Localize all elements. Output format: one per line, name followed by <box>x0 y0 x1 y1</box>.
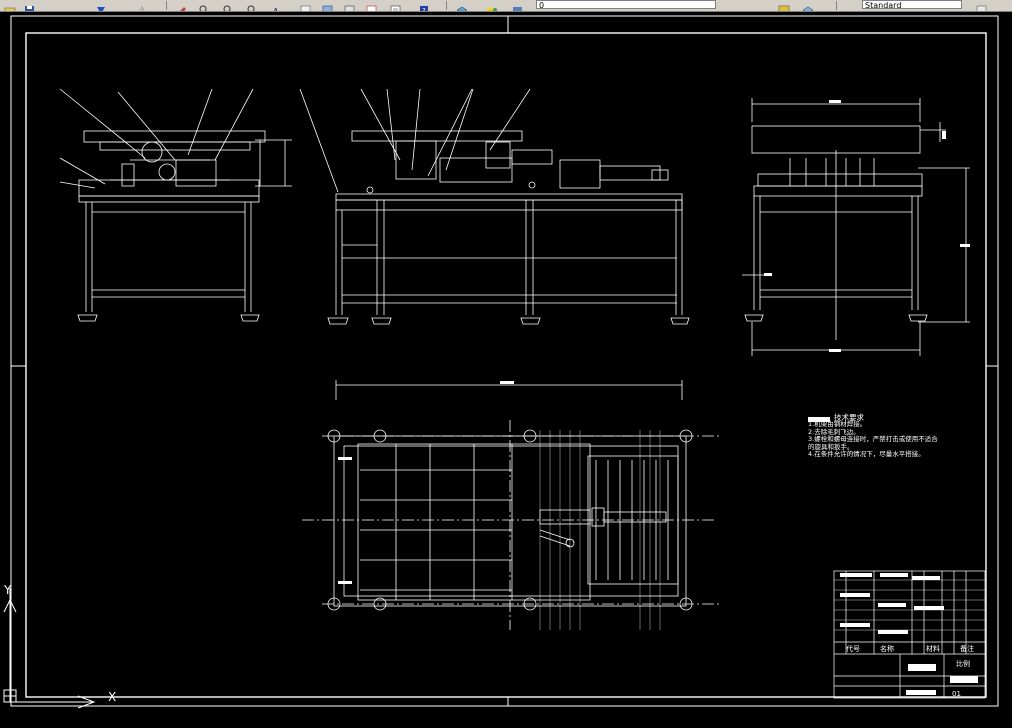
end-view-right <box>742 98 970 356</box>
calculator-icon[interactable] <box>366 0 378 11</box>
layers-icon[interactable] <box>456 0 468 11</box>
title-block-header-4: 备注 <box>960 645 974 653</box>
toolbar-separator <box>166 1 167 10</box>
layer-combo[interactable]: 0 <box>536 0 716 9</box>
save-icon[interactable] <box>24 0 36 11</box>
text-icon[interactable]: A <box>272 0 284 11</box>
arrow-down-icon[interactable] <box>95 0 107 11</box>
model-space-canvas[interactable]: 技术要求 1.机架由钢材焊接。 2.去除毛刺飞边。 3.螺栓和螺母连接时，严禁打… <box>0 12 1012 724</box>
ucs-y-label: Y <box>4 583 12 597</box>
sheet-border-outer <box>10 15 999 707</box>
dimstyle-icon[interactable] <box>976 0 988 11</box>
paint-icon[interactable] <box>176 0 188 11</box>
textstyle-combo-value: Standard <box>865 1 902 9</box>
standard-toolbar: A ? 0 Standard <box>0 0 1012 12</box>
ucs-x-label: X <box>108 690 117 704</box>
zoom-icon[interactable] <box>198 0 210 11</box>
layer-state-icon[interactable] <box>486 0 498 11</box>
layer-state-icon[interactable] <box>512 0 524 11</box>
tech-requirement-4: 4.在条件允许的情况下，尽量水平搭接。 <box>808 450 925 459</box>
dimstyle-icon[interactable] <box>802 0 814 11</box>
textstyle-icon[interactable] <box>778 0 790 11</box>
title-block-header-2: 名称 <box>880 645 894 653</box>
layer-combo-value: 0 <box>539 1 545 9</box>
open-icon[interactable] <box>4 0 16 11</box>
tech-requirements-block: 技术要求 1.机架由钢材焊接。 2.去除毛刺飞边。 3.螺栓和螺母连接时，严禁打… <box>808 414 938 458</box>
zoom-previous-icon[interactable] <box>246 0 258 11</box>
toolbar-separator <box>446 1 447 10</box>
front-view-left <box>59 88 292 322</box>
ucs-icon <box>3 588 96 709</box>
help-icon[interactable]: ? <box>418 0 430 11</box>
title-block <box>833 570 986 699</box>
title-block-code: 01 <box>952 690 961 698</box>
textstyle-combo[interactable]: Standard <box>862 0 962 9</box>
zoom-window-icon[interactable] <box>222 0 234 11</box>
undo-icon[interactable] <box>136 0 148 11</box>
title-block-scale: 比例 <box>956 660 970 668</box>
title-block-header-1: 代号 <box>846 645 860 653</box>
side-view-middle <box>299 88 690 325</box>
centering-marks <box>11 16 998 706</box>
toolbar-separator <box>836 1 837 10</box>
sheet-border-inner <box>25 32 987 698</box>
drawing-svg <box>3 15 999 709</box>
title-block-header-3: 材料 <box>926 645 940 653</box>
designcenter-icon[interactable] <box>322 0 334 11</box>
plan-view <box>302 380 720 630</box>
toolpalette-icon[interactable] <box>344 0 356 11</box>
properties-icon[interactable] <box>300 0 312 11</box>
help-icon[interactable] <box>390 0 402 11</box>
